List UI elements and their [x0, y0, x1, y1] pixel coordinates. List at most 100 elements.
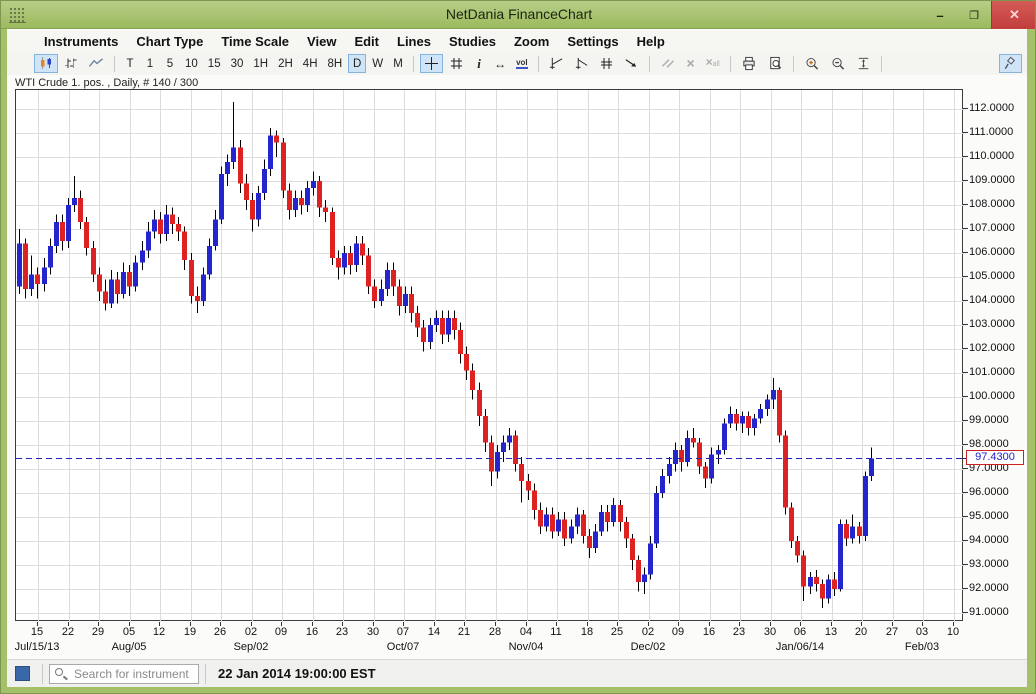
- price-axis-tick: [963, 420, 968, 421]
- info-button[interactable]: i: [470, 54, 488, 73]
- timescale-10-button[interactable]: 10: [181, 54, 202, 73]
- timescale-daily-button[interactable]: D: [348, 54, 367, 73]
- price-axis-label: 109.0000: [969, 174, 1015, 186]
- pin-window-button[interactable]: [999, 54, 1022, 73]
- minimize-button[interactable]: –: [923, 1, 957, 29]
- price-axis-tick: [963, 564, 968, 565]
- price-axis-tick: [963, 204, 968, 205]
- price-axis-tick: [963, 228, 968, 229]
- price-axis-tick: [963, 540, 968, 541]
- candlestick-chart-button[interactable]: [34, 54, 58, 73]
- time-axis-month-label: Feb/03: [904, 641, 940, 653]
- crosshair-button[interactable]: [420, 54, 444, 73]
- time-axis-month-label: Aug/05: [111, 641, 147, 653]
- grid-toggle-button[interactable]: [445, 54, 468, 73]
- price-axis-tick: [963, 180, 968, 181]
- timescale-weekly-button[interactable]: W: [368, 54, 387, 73]
- statusbar-separator: [42, 663, 43, 684]
- status-bar: 22 Jan 2014 19:00:00 EST: [7, 659, 1027, 687]
- price-axis-label: 110.0000: [969, 150, 1015, 162]
- price-axis-tick: [963, 276, 968, 277]
- trend-line-down-button[interactable]: [570, 54, 593, 73]
- price-axis-label: 92.0000: [969, 582, 1009, 594]
- print-button[interactable]: [737, 54, 761, 73]
- price-axis-tick: [963, 468, 968, 469]
- timescale-2h-button[interactable]: 2H: [274, 54, 297, 73]
- menu-zoom[interactable]: Zoom: [505, 32, 558, 51]
- trend-line-up-button[interactable]: [545, 54, 568, 73]
- title-bar: NetDania FinanceChart – ❐ ✕: [1, 1, 1035, 29]
- toolbar-right: [998, 54, 1023, 73]
- price-axis-tick: [963, 252, 968, 253]
- price-axis-label: 103.0000: [969, 318, 1015, 330]
- expand-horizontal-button[interactable]: ↔: [490, 54, 510, 73]
- price-axis-label: 98.0000: [969, 438, 1009, 450]
- toolbar-separator: [880, 55, 882, 72]
- volume-button[interactable]: vol: [512, 54, 532, 73]
- bar-chart-button[interactable]: [60, 54, 82, 73]
- menu-time-scale[interactable]: Time Scale: [212, 32, 298, 51]
- line-chart-button[interactable]: [84, 54, 108, 73]
- timescale-1h-button[interactable]: 1H: [249, 54, 272, 73]
- last-update-timestamp: 22 Jan 2014 19:00:00 EST: [218, 666, 376, 681]
- price-axis-label: 102.0000: [969, 342, 1015, 354]
- price-axis-label: 93.0000: [969, 558, 1009, 570]
- price-axis-tick: [963, 396, 968, 397]
- timescale-5-button[interactable]: 5: [161, 54, 179, 73]
- time-axis-month-label: Dec/02: [630, 641, 666, 653]
- menu-edit[interactable]: Edit: [345, 32, 388, 51]
- window-controls: – ❐ ✕: [923, 1, 1035, 29]
- zoom-in-button[interactable]: [800, 54, 824, 73]
- parallel-channel-button[interactable]: [595, 54, 618, 73]
- menu-studies[interactable]: Studies: [440, 32, 505, 51]
- toolbar: T 1 5 10 15 30 1H 2H 4H 8H D W Mi ↔ vol × ×all: [7, 52, 1027, 75]
- menu-settings[interactable]: Settings: [558, 32, 627, 51]
- time-axis-month-label: Jan/06/14: [775, 641, 825, 653]
- price-axis-tick: [963, 108, 968, 109]
- time-axis-month-label: Oct/07: [386, 641, 420, 653]
- price-axis-tick: [963, 372, 968, 373]
- price-axis-label: 95.0000: [969, 510, 1009, 522]
- price-axis-label: 108.0000: [969, 198, 1015, 210]
- toolbar-separator: [729, 55, 731, 72]
- menu-chart-type[interactable]: Chart Type: [127, 32, 212, 51]
- timescale-tick-button[interactable]: T: [121, 54, 139, 73]
- toolbar-separator: [114, 55, 115, 72]
- close-button[interactable]: ✕: [991, 1, 1035, 29]
- price-axis-label: 96.0000: [969, 486, 1009, 498]
- toolbar-separator: [648, 55, 650, 72]
- price-axis-label: 104.0000: [969, 294, 1015, 306]
- toolbar-separator: [537, 55, 539, 72]
- fit-vertical-button[interactable]: [852, 54, 875, 73]
- parallel-lines-button[interactable]: [656, 54, 680, 73]
- price-axis-label: 101.0000: [969, 366, 1015, 378]
- delete-all-lines-button[interactable]: ×all: [702, 54, 724, 73]
- menu-view[interactable]: View: [298, 32, 345, 51]
- delete-line-button[interactable]: ×: [682, 54, 700, 73]
- timescale-30-button[interactable]: 30: [227, 54, 248, 73]
- candlestick-plot[interactable]: [15, 89, 964, 622]
- print-preview-button[interactable]: [763, 54, 787, 73]
- timescale-8h-button[interactable]: 8H: [324, 54, 347, 73]
- timescale-monthly-button[interactable]: M: [389, 54, 407, 73]
- price-axis-tick: [963, 492, 968, 493]
- statusbar-separator: [205, 663, 206, 684]
- menu-help[interactable]: Help: [628, 32, 674, 51]
- price-axis-tick: [963, 156, 968, 157]
- timescale-1-button[interactable]: 1: [141, 54, 159, 73]
- timescale-15-button[interactable]: 15: [204, 54, 225, 73]
- search-input[interactable]: [49, 663, 199, 684]
- ray-line-button[interactable]: [620, 54, 643, 73]
- time-axis-month-label: Sep/02: [233, 641, 269, 653]
- maximize-button[interactable]: ❐: [957, 1, 991, 29]
- price-axis-tick: [963, 132, 968, 133]
- price-axis-tick: [963, 612, 968, 613]
- price-axis-label: 106.0000: [969, 246, 1015, 258]
- menu-lines[interactable]: Lines: [388, 32, 440, 51]
- statusbar-blue-square-icon: [15, 666, 30, 681]
- menu-instruments[interactable]: Instruments: [35, 32, 127, 51]
- zoom-out-button[interactable]: [826, 54, 850, 73]
- price-axis-label: 91.0000: [969, 606, 1009, 618]
- price-axis-tick: [963, 588, 968, 589]
- timescale-4h-button[interactable]: 4H: [299, 54, 322, 73]
